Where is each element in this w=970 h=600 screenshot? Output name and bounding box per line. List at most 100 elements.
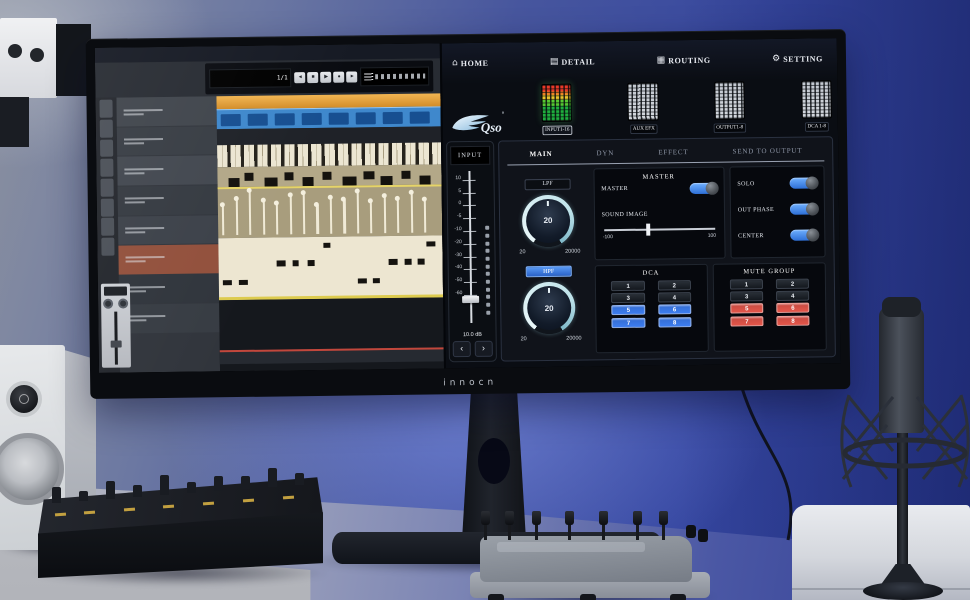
velocity-lane[interactable] [217,185,442,238]
master-toggle[interactable] [689,182,716,193]
input-fader-cap[interactable] [462,296,479,303]
channel-nav-buttons: ‹ › [453,340,493,357]
mixer-knob-cap [295,473,304,485]
next-channel-button[interactable]: › [475,340,493,356]
toolbox-button[interactable] [101,218,115,236]
knob-min-label: 20 [519,249,525,255]
tab-main[interactable]: MAIN [530,150,553,158]
track-row-2[interactable] [117,126,217,156]
transport-button-4[interactable]: ► [347,71,358,82]
menu-item-routing[interactable]: ▦ROUTING [657,56,711,66]
track-row-5[interactable] [118,215,218,245]
level-meter [801,80,832,118]
mini-fader-cap [659,511,668,525]
menu-item-setting[interactable]: ⚙SETTING [772,54,823,64]
lpf-knob[interactable]: 202020000 [522,194,575,247]
transport-button-0[interactable]: ◄ [295,72,306,83]
midi-note [323,172,332,181]
hpf-knob[interactable]: 202020000 [523,282,576,335]
dca-button-8[interactable]: 8 [658,317,692,327]
dca-button-3[interactable]: 3 [612,293,646,303]
sound-image-thumb[interactable] [646,223,650,235]
center-toggle[interactable] [790,230,817,241]
mute-group-title: MUTE GROUP [720,267,819,275]
mini-fader-stem [508,524,511,540]
meter-strip: INPUT1-16 AUX EFX OUTPUT1-8 DCA 1-8 [541,82,832,136]
cream-note-lane[interactable] [218,235,443,300]
toolbox-button[interactable] [101,238,115,256]
channel-name-display: INPUT [450,145,490,165]
daw-toolbar: 1/1 ◄■▶●► [95,58,440,98]
track-text-dash [124,168,163,171]
menu-item-detail[interactable]: ▤DETAIL [550,57,595,67]
previous-channel-button[interactable]: ‹ [453,340,471,356]
lpf-button[interactable]: LPF [524,178,570,190]
mute-group-button-1[interactable]: 1 [730,279,764,289]
track-row-1[interactable] [116,97,216,127]
tab-effect[interactable]: EFFECT [658,148,688,156]
dca-button-2[interactable]: 2 [657,280,691,290]
meter-view-1[interactable]: INPUT1-16 [541,84,572,136]
time-digits [376,74,426,80]
gain-knob[interactable] [118,298,128,308]
pan-knob[interactable] [103,298,113,308]
dca-button-7[interactable]: 7 [612,318,646,328]
transport-button-3[interactable]: ● [334,72,345,83]
velocity-stem [410,192,413,233]
track-row-8[interactable] [119,303,219,333]
out-phase-toggle[interactable] [790,204,817,215]
sound-image-slider[interactable] [604,227,715,230]
toolbox-button[interactable] [99,100,113,118]
midi-note [308,260,315,265]
track-row-3[interactable] [117,156,217,186]
audio-clip [221,114,241,126]
toolbox-button[interactable] [99,120,113,138]
filter-group-hpf: HPF 202020000 [509,266,589,344]
toolbox-button[interactable] [100,179,114,197]
transport-button-1[interactable]: ■ [308,72,319,83]
mixer-knob-cap [106,481,115,499]
transport-button-2[interactable]: ▶ [321,72,332,83]
switch-box-rows: SOLOOUT PHASECENTER [737,170,818,249]
toolbox-button[interactable] [100,159,114,177]
dca-button-6[interactable]: 6 [658,305,692,315]
toolbox-button[interactable] [100,139,114,157]
fader-scale-tick [464,256,477,257]
menu-item-home[interactable]: ⌂HOME [452,59,489,68]
meter-view-4[interactable]: DCA 1-8 [801,80,832,132]
velocity-stem [356,191,359,234]
detail-icon: ▤ [550,58,559,67]
audio-clip [302,113,322,125]
tab-send-to-output[interactable]: SEND TO OUTPUT [733,147,803,156]
track-row-6[interactable] [118,244,218,274]
mini-mixer [470,518,710,598]
track-row-4[interactable] [117,185,217,215]
mute-group-button-6[interactable]: 6 [776,303,810,313]
platform-wheel [670,594,686,600]
mute-group-button-8[interactable]: 8 [776,315,810,325]
mute-group-button-5[interactable]: 5 [730,304,764,314]
fader-zone[interactable]: 1050-5-10-20-30-40-50-60 [451,169,492,328]
piano-roll[interactable] [217,142,442,187]
velocity-stem [397,198,400,233]
dca-button-4[interactable]: 4 [658,292,692,302]
dca-button-1[interactable]: 1 [611,280,645,290]
dca-button-5[interactable]: 5 [612,305,646,315]
toolbox-button[interactable] [100,198,114,216]
track-row-7[interactable] [118,274,218,304]
mute-group-button-7[interactable]: 7 [730,316,764,326]
solo-toggle[interactable] [790,177,817,188]
knob-pointer [547,201,549,206]
channel-fader[interactable] [114,311,118,365]
logo-mark: ° [502,111,505,118]
tab-dyn[interactable]: DYN [596,149,614,157]
meter-view-3[interactable]: OUTPUT1-8 [714,81,745,133]
mute-group-button-3[interactable]: 3 [730,291,764,301]
midi-note [277,261,286,266]
meter-view-2[interactable]: AUX EFX [628,83,659,135]
velocity-dot [220,203,225,208]
hpf-button[interactable]: HPF [526,266,572,278]
mute-group-button-4[interactable]: 4 [776,291,810,301]
mute-group-button-2[interactable]: 2 [776,278,810,288]
fader-cap[interactable] [111,341,122,348]
